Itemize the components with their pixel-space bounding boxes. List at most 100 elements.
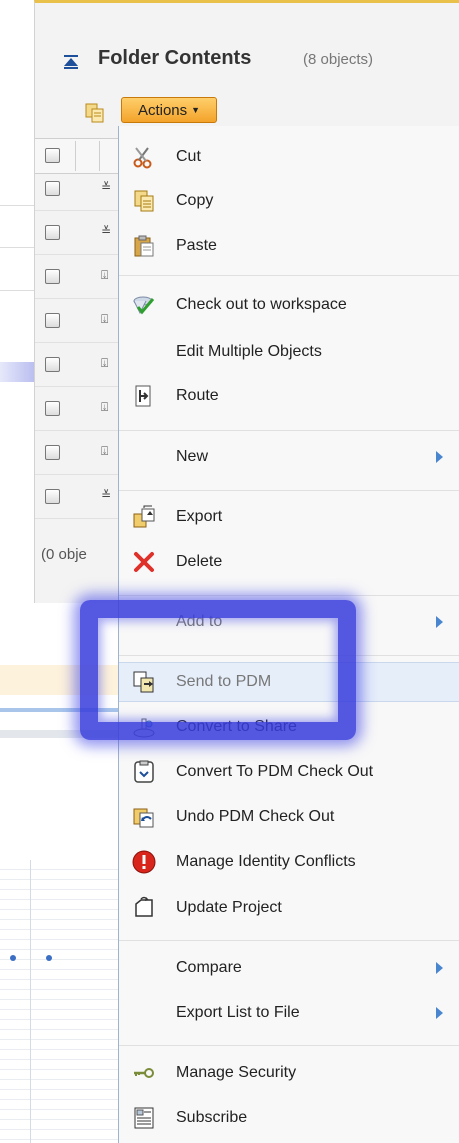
menu-item-label: Export: [176, 508, 223, 525]
checkout-icon: [131, 292, 157, 318]
menu-item-cut[interactable]: Cut: [119, 137, 459, 177]
submenu-arrow-icon: [436, 962, 443, 974]
row-checkbox[interactable]: [45, 357, 60, 372]
row-divider: [35, 474, 120, 475]
menu-item-subscribe[interactable]: Subscribe: [119, 1098, 459, 1138]
copy-icon[interactable]: [85, 103, 105, 123]
menu-item-label: Route: [176, 387, 219, 404]
update-project-icon: [131, 895, 157, 921]
menu-item-route[interactable]: Route: [119, 376, 459, 416]
actions-button[interactable]: Actions ▼: [121, 97, 217, 123]
menu-item-label: Edit Multiple Objects: [176, 343, 322, 360]
object-type-icon: ⍗: [101, 444, 109, 458]
menu-item-manage-security[interactable]: Manage Security: [119, 1053, 459, 1093]
paste-icon: [131, 233, 157, 259]
menu-item-export-list-to-file[interactable]: Export List to File: [119, 993, 459, 1033]
object-type-icon: ⍗: [101, 268, 109, 282]
menu-item-label: Undo PDM Check Out: [176, 808, 335, 825]
object-type-icon: ≚: [101, 180, 112, 194]
actions-button-label: Actions: [137, 101, 188, 119]
row-checkbox[interactable]: [45, 225, 60, 240]
menu-item-edit-multiple-objects[interactable]: Edit Multiple Objects: [119, 332, 459, 372]
header-divider: [75, 141, 76, 171]
background-column-line: [30, 860, 31, 1143]
object-type-icon: ⍗: [101, 356, 109, 370]
menu-item-label: Paste: [176, 237, 217, 254]
menu-item-label: New: [176, 448, 209, 465]
row-divider: [35, 254, 120, 255]
menu-item-compare[interactable]: Compare: [119, 948, 459, 988]
row-divider: [35, 386, 120, 387]
object-count: (8 objects): [303, 51, 374, 68]
object-type-icon: ≚: [101, 224, 112, 238]
menu-separator: [119, 940, 459, 941]
row-checkbox[interactable]: [45, 445, 60, 460]
menu-item-label: Cut: [176, 148, 201, 165]
menu-item-manage-identity-conflicts[interactable]: Manage Identity Conflicts: [119, 842, 459, 882]
object-type-icon: ⍗: [101, 400, 109, 414]
menu-item-check-out-to-workspace[interactable]: Check out to workspace: [119, 285, 459, 325]
row-divider: [35, 342, 120, 343]
export-icon: [131, 504, 157, 530]
menu-item-label: Manage Security: [176, 1064, 297, 1081]
select-all-checkbox[interactable]: [45, 148, 60, 163]
highlight-annotation: [80, 600, 356, 740]
caret-down-icon: ▼: [191, 105, 201, 115]
row-checkbox[interactable]: [45, 313, 60, 328]
menu-item-label: Check out to workspace: [176, 296, 347, 313]
copy-icon: [131, 188, 157, 214]
row-divider: [35, 210, 120, 211]
key-icon: [131, 1060, 157, 1086]
menu-item-copy[interactable]: Copy: [119, 181, 459, 221]
row-checkbox[interactable]: [45, 401, 60, 416]
menu-separator: [119, 1045, 459, 1046]
menu-separator: [119, 595, 459, 596]
submenu-arrow-icon: [436, 1007, 443, 1019]
menu-item-undo-pdm-check-out[interactable]: Undo PDM Check Out: [119, 797, 459, 837]
header-divider: [99, 141, 100, 171]
route-icon: [131, 383, 157, 409]
table-header-row: [35, 138, 120, 174]
menu-item-label: Export List to File: [176, 1004, 300, 1021]
background-thumbnail-table: [0, 860, 120, 1143]
row-checkbox[interactable]: [45, 181, 60, 196]
menu-item-paste[interactable]: Paste: [119, 226, 459, 266]
submenu-arrow-icon: [436, 616, 443, 628]
object-type-icon: ⍗: [101, 312, 109, 326]
panel-header: Folder Contents (8 objects): [35, 43, 459, 75]
alert-icon: [131, 849, 157, 875]
background-window-strip: [0, 205, 34, 206]
menu-item-convert-to-pdm-check-out[interactable]: Convert To PDM Check Out: [119, 752, 459, 792]
row-divider: [35, 518, 120, 519]
menu-item-label: Delete: [176, 553, 223, 570]
background-dot: [46, 955, 52, 961]
menu-separator: [119, 490, 459, 491]
background-window-strip: [0, 247, 34, 248]
object-type-icon: ≚: [101, 488, 112, 502]
menu-item-label: Subscribe: [176, 1109, 248, 1126]
row-divider: [35, 430, 120, 431]
pdm-checkout-icon: [131, 759, 157, 785]
menu-item-label: Convert To PDM Check Out: [176, 763, 374, 780]
subscribe-icon: [131, 1105, 157, 1131]
menu-item-label: Update Project: [176, 899, 282, 916]
delete-icon: [131, 549, 157, 575]
collapse-icon[interactable]: [63, 55, 79, 69]
scissors-icon: [131, 144, 157, 170]
menu-item-label: Manage Identity Conflicts: [176, 853, 356, 870]
menu-separator: [119, 275, 459, 276]
menu-item-export[interactable]: Export: [119, 497, 459, 537]
menu-item-delete[interactable]: Delete: [119, 542, 459, 582]
row-divider: [35, 298, 120, 299]
menu-item-label: Copy: [176, 192, 214, 209]
menu-separator: [119, 430, 459, 431]
row-checkbox[interactable]: [45, 269, 60, 284]
menu-item-label: Compare: [176, 959, 242, 976]
undo-checkout-icon: [131, 804, 157, 830]
panel-footer-status: (0 obje: [41, 546, 87, 563]
panel-title: Folder Contents: [98, 47, 252, 69]
menu-item-update-project[interactable]: Update Project: [119, 888, 459, 928]
menu-item-new[interactable]: New: [119, 437, 459, 477]
submenu-arrow-icon: [436, 451, 443, 463]
row-checkbox[interactable]: [45, 489, 60, 504]
